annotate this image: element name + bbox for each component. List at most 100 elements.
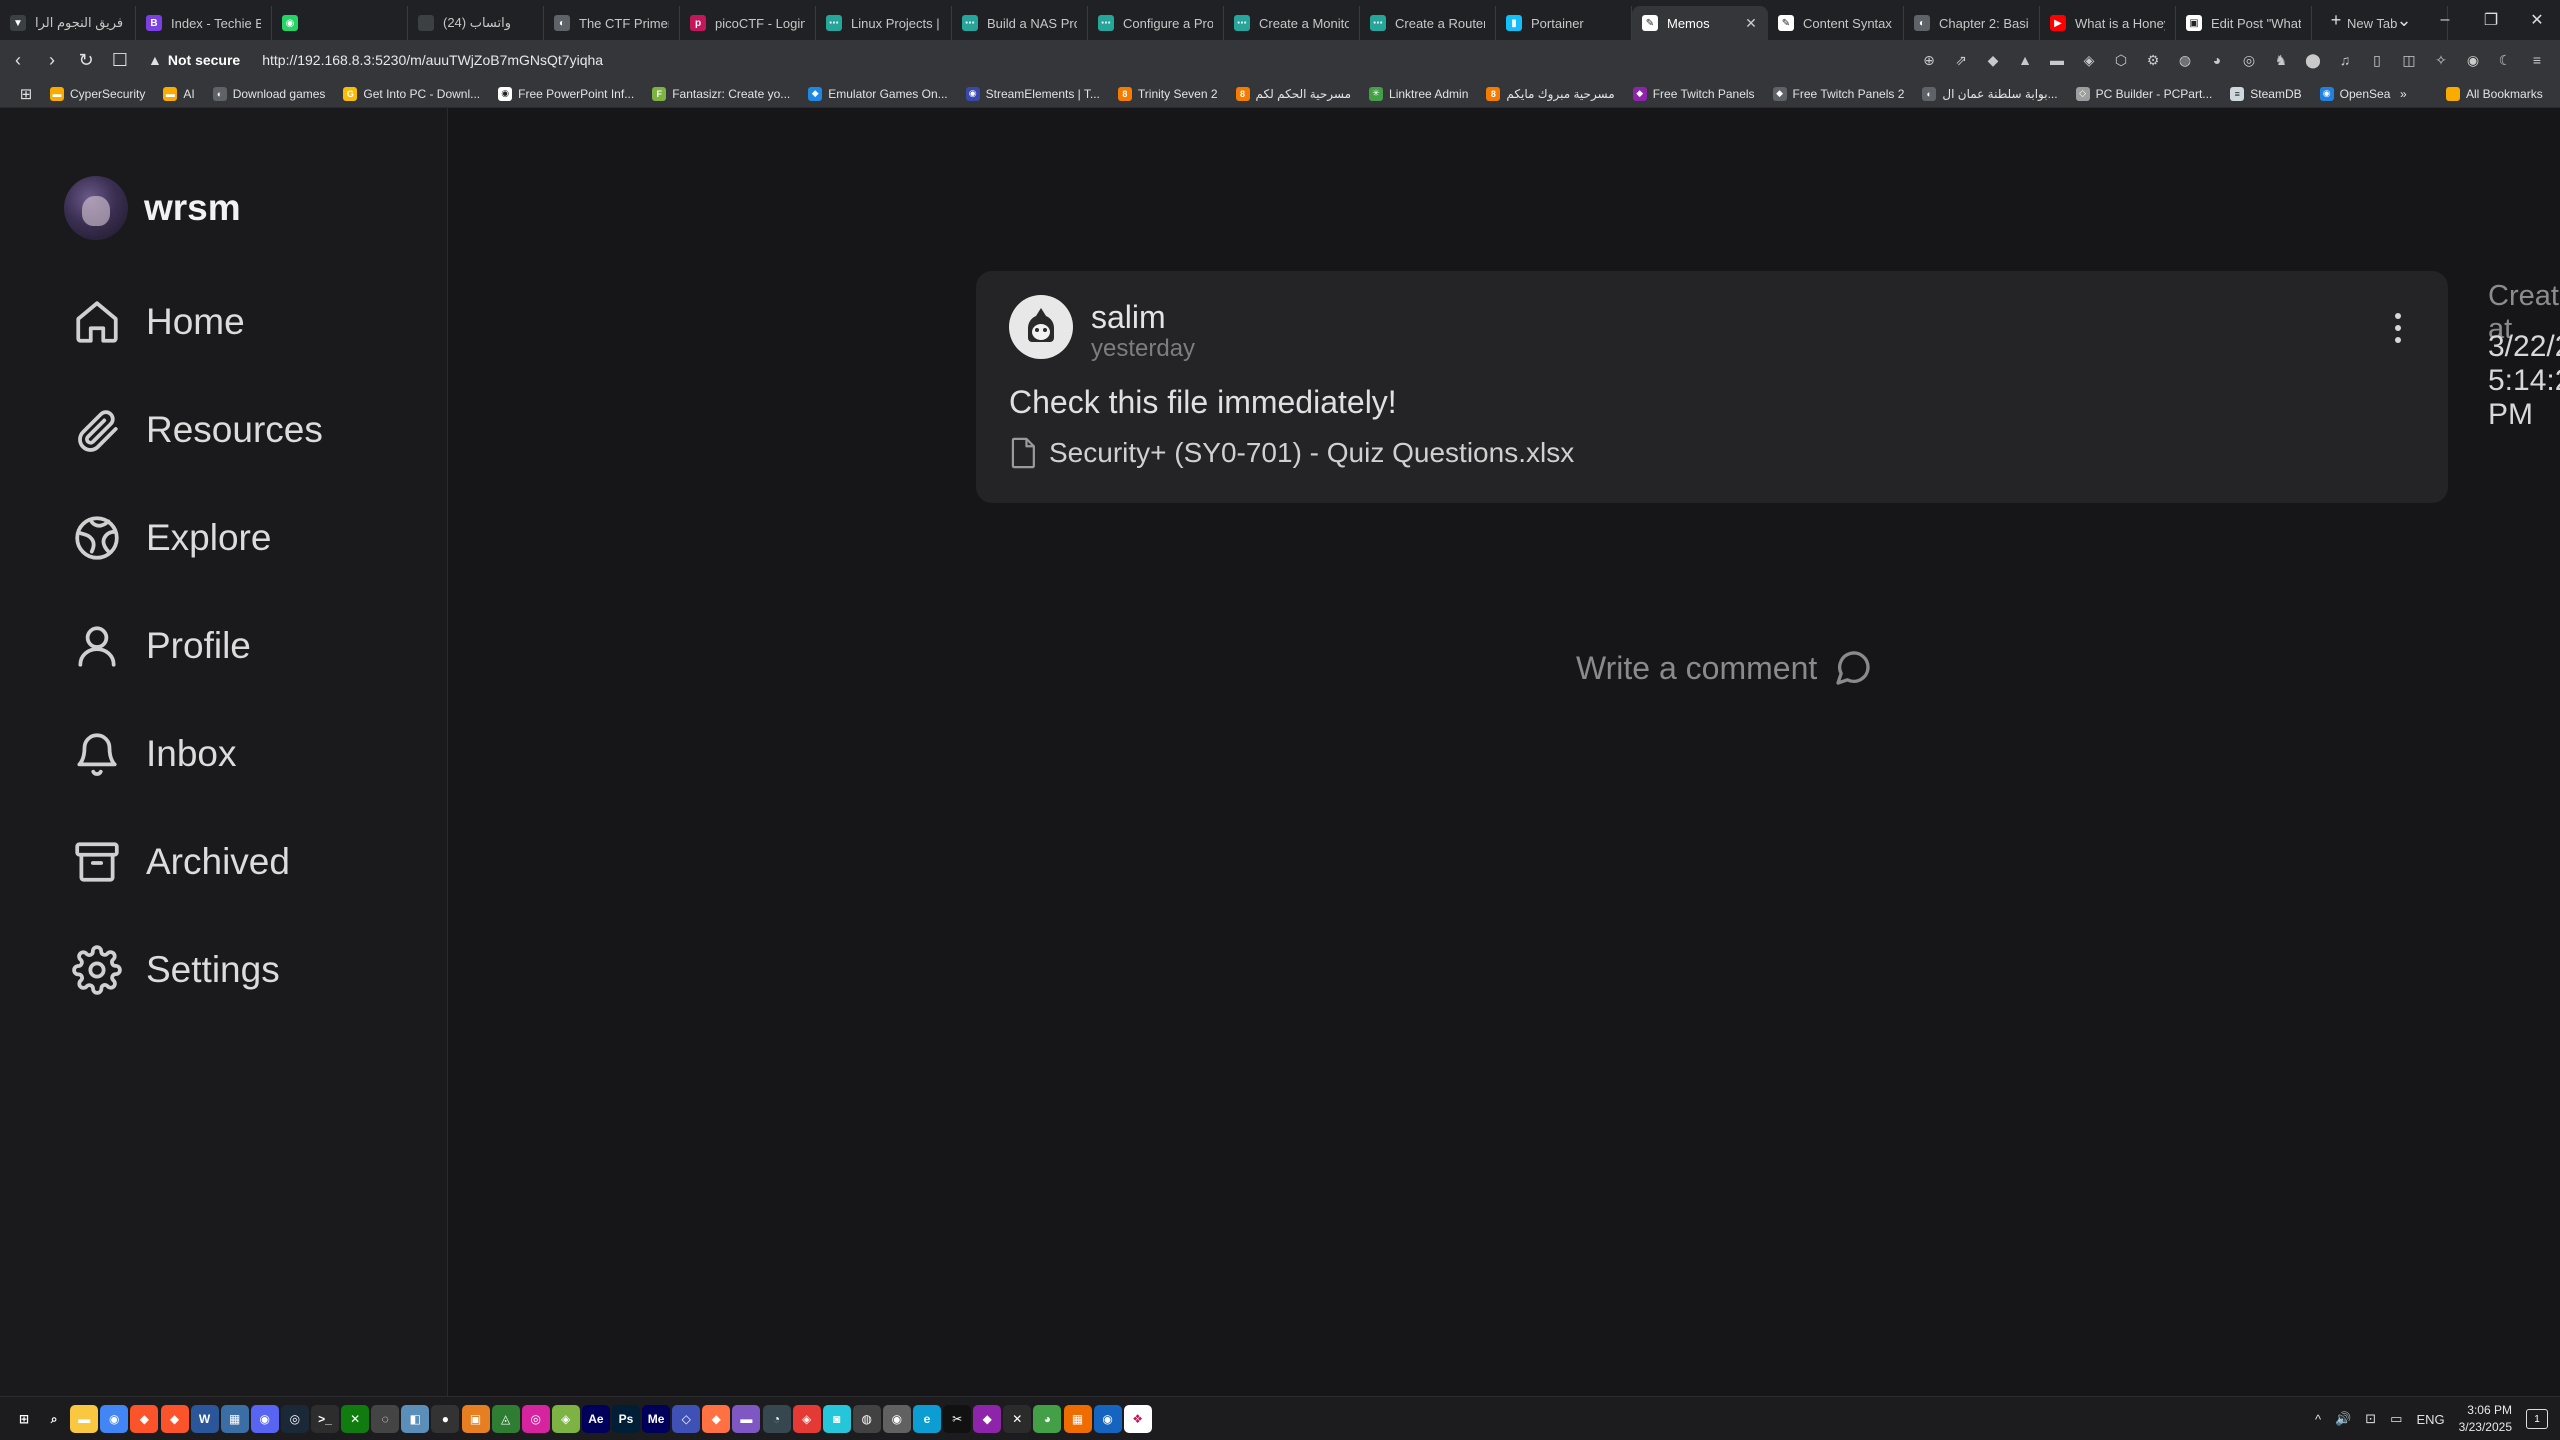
memo-author-avatar[interactable] [1009, 295, 1073, 359]
chrome-icon[interactable]: ◉ [100, 1405, 129, 1433]
word-icon[interactable]: W [190, 1405, 219, 1433]
extension-icon[interactable]: ◈ [2076, 47, 2102, 73]
sidebar-item-home[interactable]: Home [72, 292, 245, 352]
brave-icon[interactable]: ◆ [160, 1405, 189, 1433]
write-comment-button[interactable]: Write a comment [1576, 648, 1873, 688]
extension-icon[interactable]: ⬤ [2300, 47, 2326, 73]
extension-icon[interactable]: ◉ [2460, 47, 2486, 73]
bookmark-item[interactable]: ◐ Download games [212, 86, 325, 101]
browser-tab[interactable]: ▼ فريق النجوم الرا [0, 6, 136, 40]
extension-icon[interactable]: ▲ [2012, 47, 2038, 73]
sidebar-item-profile[interactable]: Profile [72, 616, 251, 676]
app-blue-icon[interactable]: ◧ [401, 1405, 430, 1433]
extension-icon[interactable]: ▯ [2364, 47, 2390, 73]
bookmarks-overflow-button[interactable]: » [2400, 87, 2407, 101]
apps-grid-icon[interactable]: ⊞ [10, 78, 42, 110]
sidebar-item-resources[interactable]: Resources [72, 400, 323, 460]
browser-tab[interactable]: ⋯ Linux Projects | [816, 6, 952, 40]
browser-tab[interactable]: ✎ Content Syntax [1768, 6, 1904, 40]
extension-icon[interactable]: ≡ [2524, 47, 2550, 73]
extension-icon[interactable]: ♫ [2332, 47, 2358, 73]
extension-icon[interactable]: ◫ [2396, 47, 2422, 73]
app-violet-icon[interactable]: ◆ [973, 1405, 1002, 1433]
bookmark-item[interactable]: ✳ Linktree Admin [1369, 86, 1468, 101]
browser-tab[interactable]: ▣ Edit Post "What [2176, 6, 2312, 40]
photoshop-icon[interactable]: Ps [612, 1405, 640, 1433]
app-colors-icon[interactable]: ❖ [1123, 1405, 1152, 1433]
extension-icon[interactable]: ◎ [2236, 47, 2262, 73]
bookmark-item[interactable]: 8 مسرحية الحكم لكم [1235, 86, 1351, 101]
back-button[interactable]: ‹ [2, 44, 34, 76]
discord-icon[interactable]: ◉ [250, 1405, 279, 1433]
tab-search-button[interactable]: ⌄ [2384, 0, 2424, 40]
all-bookmarks-button[interactable]: All Bookmarks [2446, 87, 2543, 101]
extension-icon[interactable]: ☾ [2492, 47, 2518, 73]
language-indicator[interactable]: ENG [2416, 1412, 2444, 1427]
keyboard-icon[interactable]: ▭ [2390, 1411, 2402, 1427]
browser-tab[interactable]: ⋯ Configure a Pro [1088, 6, 1224, 40]
restore-button[interactable]: ❐ [2468, 0, 2514, 40]
bookmark-item[interactable]: 8 مسرحية مبروك مايكم [1486, 86, 1615, 101]
more-vertical-icon[interactable] [2388, 313, 2408, 343]
extension-icon[interactable]: ▬ [2044, 47, 2070, 73]
bookmark-item[interactable]: ◉ Free PowerPoint Inf... [498, 86, 634, 101]
app-stack-icon[interactable]: ◇ [672, 1405, 701, 1433]
extension-icon[interactable]: ⊕ [1916, 47, 1942, 73]
app-x-icon[interactable]: ✕ [1003, 1405, 1032, 1433]
url-text[interactable]: http://192.168.8.3:5230/m/auuTWjZoB7mGNs… [262, 52, 603, 68]
bookmark-item[interactable]: F Fantasizr: Create yo... [652, 86, 790, 101]
after-effects-icon[interactable]: Ae [581, 1405, 610, 1433]
extension-icon[interactable]: ⚙ [2140, 47, 2166, 73]
browser-tab[interactable]: p picoCTF - Login [680, 6, 816, 40]
bookmark-item[interactable]: ◆ Free Twitch Panels [1632, 86, 1755, 101]
app-dark-icon[interactable]: ◍ [852, 1405, 881, 1433]
extension-icon[interactable]: ⇗ [1948, 47, 1974, 73]
app-green-icon[interactable]: ◬ [491, 1405, 520, 1433]
bookmark-item[interactable]: ≡ SteamDB [2230, 86, 2302, 101]
reload-button[interactable]: ↻ [70, 44, 102, 76]
media-encoder-icon[interactable]: Me [642, 1405, 671, 1433]
address-bar[interactable]: ▲ Not secure http://192.168.8.3:5230/m/a… [144, 45, 1874, 75]
instagram-icon[interactable]: ◎ [521, 1405, 550, 1433]
volume-icon[interactable]: 🔊 [2335, 1411, 2351, 1427]
extension-icon[interactable]: ♞ [2268, 47, 2294, 73]
extension-icon[interactable]: ◕ [2204, 47, 2230, 73]
calculator-icon[interactable]: ▦ [220, 1405, 249, 1433]
windows-start-icon[interactable]: ⊞ [10, 1405, 38, 1433]
memo-attachment[interactable]: Security+ (SY0-701) - Quiz Questions.xls… [1009, 437, 1574, 469]
tray-chevron-icon[interactable]: ^ [2315, 1412, 2321, 1427]
forward-button[interactable]: › [36, 44, 68, 76]
sidebar-item-explore[interactable]: Explore [72, 508, 271, 568]
app-gray-icon[interactable]: ◉ [882, 1405, 911, 1433]
sidebar-item-settings[interactable]: Settings [72, 940, 280, 1000]
app-purple-icon[interactable]: ▬ [732, 1405, 761, 1433]
browser-tab[interactable]: ⋯ Build a NAS Proj [952, 6, 1088, 40]
close-window-button[interactable]: ✕ [2514, 0, 2560, 40]
browser-tab[interactable]: ◐ The CTF Primer [544, 6, 680, 40]
user-brand[interactable]: wrsm [64, 176, 241, 240]
browser-tab[interactable]: ⋯ Create a Router [1360, 6, 1496, 40]
file-explorer-icon[interactable]: ▬ [70, 1405, 99, 1433]
bookmark-item[interactable]: ▬ AI [163, 86, 195, 101]
browser-tab[interactable]: ⋯ Create a Monito [1224, 6, 1360, 40]
bluestacks-icon[interactable]: ◈ [551, 1405, 580, 1433]
extension-icon[interactable]: ◆ [1980, 47, 2006, 73]
bookmark-page-button[interactable]: ☐ [104, 44, 136, 76]
app-orange-icon[interactable]: ◆ [702, 1405, 731, 1433]
xbox-icon[interactable]: ✕ [341, 1405, 370, 1433]
browser-tab[interactable]: ◉ [272, 6, 408, 40]
bookmark-item[interactable]: ◐ بوابة سلطنة عمان ال... [1922, 86, 2058, 101]
app-capcut-icon[interactable]: ✂ [943, 1405, 972, 1433]
sidebar-item-archived[interactable]: Archived [72, 832, 290, 892]
minimize-button[interactable]: – [2422, 0, 2468, 40]
extension-icon[interactable]: ◍ [2172, 47, 2198, 73]
security-indicator[interactable]: ▲ Not secure [144, 52, 250, 68]
browser-tab[interactable]: (24) واتساب [408, 6, 544, 40]
bookmark-item[interactable]: ▬ CyperSecurity [50, 86, 145, 101]
app-rgb-icon[interactable]: ◈ [792, 1405, 821, 1433]
app-orange-box-icon[interactable]: ▣ [461, 1405, 490, 1433]
bookmark-item[interactable]: G Get Into PC - Downl... [343, 86, 480, 101]
app-green-circle-icon[interactable]: ◕ [1033, 1405, 1062, 1433]
browser-tab[interactable]: ✎ Memos ✕ [1632, 6, 1768, 40]
edge-icon[interactable]: e [913, 1405, 941, 1433]
